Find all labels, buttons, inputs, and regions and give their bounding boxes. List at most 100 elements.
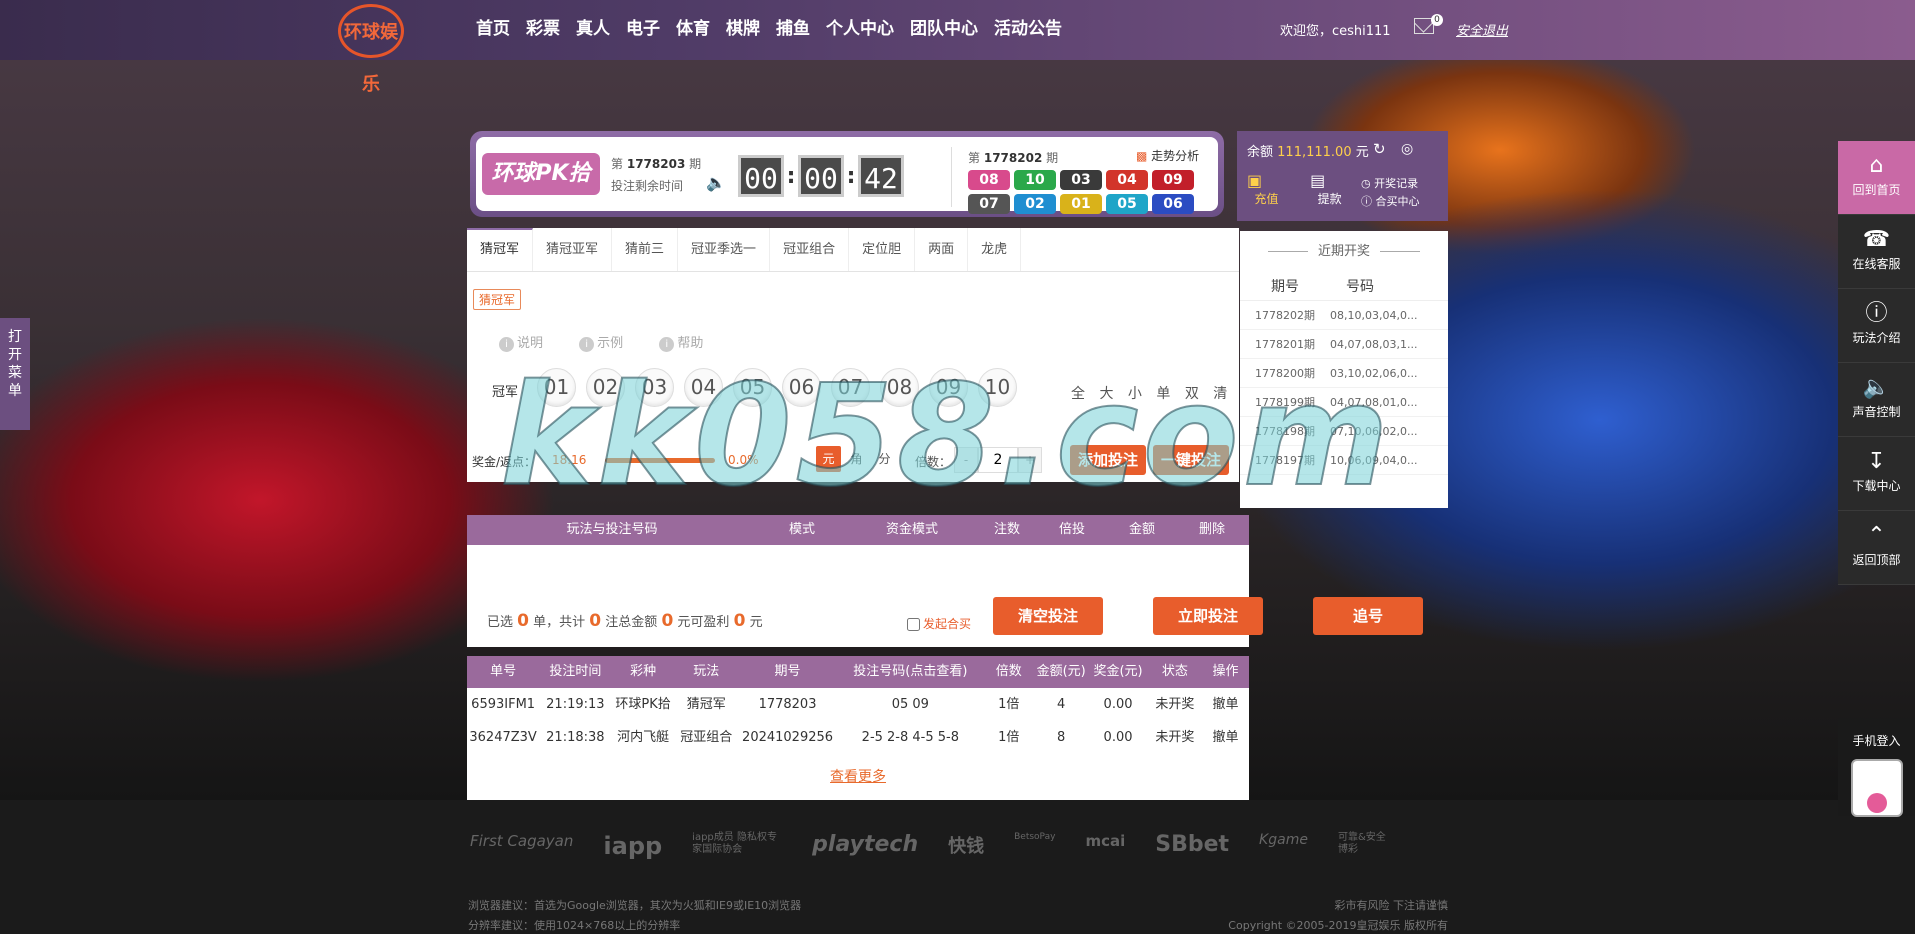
orders-header: 倍数 — [995, 664, 1022, 679]
speaker-icon[interactable]: 🔈 — [706, 173, 726, 192]
trend-analysis-link[interactable]: ▩ 走势分析 — [1136, 147, 1199, 164]
footer-copyright: 彩市有风险 下注请谨慎 Copyright ©2005-2019皇冠娱乐 版权所… — [1228, 899, 1448, 932]
cart-header: 倍投 — [1058, 522, 1085, 537]
speaker-icon: 🔈 — [1862, 375, 1891, 400]
sound-control-button[interactable]: 🔈 声音控制 — [1838, 363, 1915, 437]
sub-play-tag[interactable]: 猜冠军 — [473, 289, 522, 310]
orders-header: 奖金(元) — [1093, 664, 1143, 679]
partner-logo: 快钱 — [948, 836, 985, 857]
site-logo[interactable]: 环球娱乐 — [338, 4, 404, 95]
tab-guess-top2[interactable]: 猜冠亚军 — [533, 228, 613, 271]
nav-live[interactable]: 真人 — [576, 14, 610, 39]
info-icon: i — [499, 337, 514, 352]
partner-logo: playtech — [812, 832, 919, 857]
hemai-center-link[interactable]: ⓘ 合买中心 — [1361, 193, 1420, 211]
mobile-login[interactable]: 手机登入 — [1838, 718, 1915, 817]
tab-top3-pick-one[interactable]: 冠亚季选一 — [678, 228, 771, 271]
submit-bets-button[interactable]: 立即投注 — [1153, 597, 1263, 635]
cancel-order-button[interactable]: 撤单 — [1202, 688, 1249, 721]
back-top-button[interactable]: ⌃ 返回顶部 — [1838, 511, 1915, 585]
hemai-check[interactable] — [907, 618, 920, 631]
nav-home[interactable]: 首页 — [476, 14, 510, 39]
nav-team[interactable]: 团队中心 — [910, 14, 978, 39]
open-menu-button[interactable]: 打开菜单 — [0, 318, 30, 430]
recent-header-numbers: 号码 — [1346, 279, 1374, 295]
tab-top2-combo[interactable]: 冠亚组合 — [770, 228, 850, 271]
orders-table: 单号 投注时间 彩种 玩法 期号 投注号码(点击查看) 倍数 金额(元) 奖金(… — [467, 656, 1249, 800]
list-item[interactable]: 1778202期 08,10,03,04,0... — [1240, 301, 1448, 330]
rules-button[interactable]: ⓘ 玩法介绍 — [1838, 289, 1915, 363]
nav-lottery[interactable]: 彩票 — [526, 14, 560, 39]
info-icon: i — [579, 337, 595, 352]
draw-record-link[interactable]: ◷ 开奖记录 — [1361, 175, 1420, 193]
orders-header: 状态 — [1161, 664, 1188, 679]
result-car: 04 — [1106, 170, 1148, 190]
result-car: 08 — [968, 170, 1010, 190]
view-more-link[interactable]: 查看更多 — [467, 766, 1249, 786]
footer-tips: 浏览器建议：首选为Google浏览器，其次为火狐和IE9或IE10浏览器 分辨率… — [468, 899, 802, 932]
recharge-button[interactable]: ▣ 充值 — [1247, 171, 1286, 207]
withdraw-button[interactable]: ▤ 提款 — [1310, 171, 1349, 207]
mail-count-badge: 0 — [1431, 14, 1443, 26]
chase-button[interactable]: 追号 — [1313, 597, 1423, 635]
countdown-clock: 00 : 00 : 42 — [738, 155, 904, 197]
hide-balance-icon[interactable]: ◎ — [1401, 141, 1413, 157]
result-car: 07 — [968, 194, 1010, 214]
orders-header: 玩法 — [693, 664, 720, 679]
help-links: i 说明 i 示例 i 帮助 — [499, 332, 735, 352]
nav-slots[interactable]: 电子 — [626, 14, 660, 39]
bet-numbers-link[interactable]: 2-5 2-8 4-5 5-8 — [837, 721, 983, 754]
tab-two-sides[interactable]: 两面 — [915, 228, 969, 271]
orders-header: 单号 — [490, 664, 517, 679]
home-icon: ⌂ — [1869, 153, 1884, 178]
online-service-button[interactable]: ☎ 在线客服 — [1838, 215, 1915, 289]
tab-guess-champion[interactable]: 猜冠军 — [467, 228, 534, 271]
recent-header-issue: 期号 — [1271, 279, 1299, 295]
download-button[interactable]: ↧ 下载中心 — [1838, 437, 1915, 511]
nav-personal[interactable]: 个人中心 — [826, 14, 894, 39]
account-box: 余额 111,111.00 元 ↻ ◎ ▣ 充值 ▤ 提款 ◷ 开奖记录 ⓘ 合买中… — [1237, 131, 1448, 221]
tab-guess-top3[interactable]: 猜前三 — [612, 228, 679, 271]
hemai-checkbox[interactable]: 发起合买 — [907, 615, 971, 632]
tab-dragon-tiger[interactable]: 龙虎 — [968, 228, 1022, 271]
cart-header: 玩法与投注号码 — [566, 522, 658, 537]
back-home-button[interactable]: ⌂ 回到首页 — [1838, 141, 1915, 215]
nav-fishing[interactable]: 捕鱼 — [776, 14, 810, 39]
orders-header: 金额(元) — [1036, 664, 1086, 679]
play-tabs: 猜冠军 猜冠亚军 猜前三 冠亚季选一 冠亚组合 定位胆 两面 龙虎 — [467, 228, 1239, 272]
countdown-minutes: 00 — [798, 155, 844, 197]
headset-icon: ☎ — [1862, 227, 1891, 252]
bar-chart-icon: ▩ — [1136, 149, 1148, 163]
result-car: 09 — [1152, 170, 1194, 190]
explain-link[interactable]: i 说明 — [499, 336, 559, 352]
result-car: 10 — [1014, 170, 1056, 190]
result-car: 05 — [1106, 194, 1148, 214]
download-icon: ↧ — [1867, 449, 1886, 474]
nav-chess[interactable]: 棋牌 — [726, 14, 760, 39]
refresh-icon[interactable]: ↻ — [1373, 140, 1386, 158]
result-car: 03 — [1060, 170, 1102, 190]
orders-header: 操作 — [1212, 664, 1239, 679]
cancel-order-button[interactable]: 撤单 — [1202, 721, 1249, 754]
clear-bets-button[interactable]: 清空投注 — [993, 597, 1103, 635]
phone-icon — [1850, 759, 1903, 817]
result-car: 06 — [1152, 194, 1194, 214]
remaining-time-label: 投注剩余时间 — [611, 179, 684, 193]
main-nav: 首页 彩票 真人 电子 体育 棋牌 捕鱼 个人中心 团队中心 活动公告 — [476, 14, 1078, 39]
partner-logo: mcai — [1085, 832, 1126, 850]
logout-link[interactable]: 安全退出 — [1456, 20, 1508, 39]
recent-title: 近期开奖 — [1240, 231, 1448, 273]
watermark: kk058.com — [499, 354, 1393, 519]
cart-header: 模式 — [788, 522, 815, 537]
cart-header: 注数 — [993, 522, 1020, 537]
tab-position[interactable]: 定位胆 — [849, 228, 916, 271]
bet-numbers-link[interactable]: 05 09 — [837, 688, 983, 721]
nav-announcements[interactable]: 活动公告 — [994, 14, 1062, 39]
nav-sports[interactable]: 体育 — [676, 14, 710, 39]
balance: 余额 111,111.00 元 — [1247, 145, 1369, 160]
right-sidebar: ⌂ 回到首页 ☎ 在线客服 ⓘ 玩法介绍 🔈 声音控制 ↧ 下载中心 ⌃ 返回顶部 — [1838, 141, 1915, 585]
countdown-hours: 00 — [738, 155, 784, 197]
table-row: 6593IFM1 21:19:13 环球PK拾 猜冠军 1778203 05 0… — [467, 688, 1249, 721]
example-link[interactable]: i 示例 — [579, 336, 639, 352]
help-link[interactable]: i 帮助 — [659, 336, 719, 352]
